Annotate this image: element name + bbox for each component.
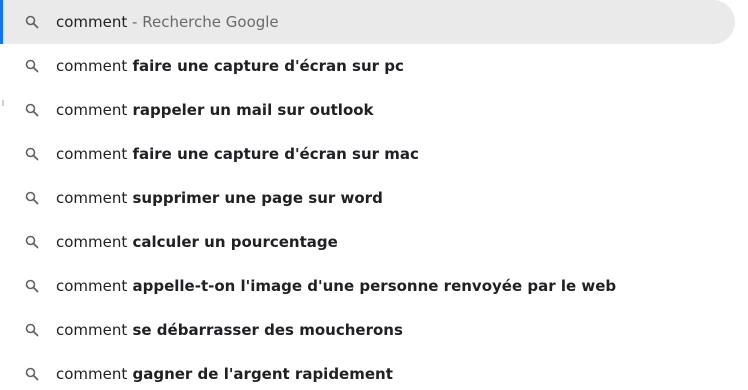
suggestion-suffix: appelle-t-on l'image d'une personne renv…: [127, 277, 617, 295]
search-icon: [25, 59, 39, 73]
suggestion-text: comment calculer un pourcentage: [56, 220, 338, 264]
suggestion-suffix: supprimer une page sur word: [127, 189, 383, 207]
suggestion-item[interactable]: comment faire une capture d'écran sur pc: [0, 44, 748, 88]
suggestion-text: comment supprimer une page sur word: [56, 176, 383, 220]
suggestion-item[interactable]: comment faire une capture d'écran sur ma…: [0, 132, 748, 176]
search-icon: [25, 235, 39, 249]
suggestion-text: comment appelle-t-on l'image d'une perso…: [56, 264, 616, 308]
search-icon: [25, 191, 39, 205]
suggestion-item[interactable]: comment gagner de l'argent rapidement: [0, 352, 748, 390]
suggestion-prefix: comment: [56, 189, 128, 207]
suggestion-text: comment faire une capture d'écran sur pc: [56, 44, 404, 88]
suggestion-prefix: comment: [56, 233, 128, 251]
search-icon: [25, 15, 39, 29]
suggestion-text: comment faire une capture d'écran sur ma…: [56, 132, 419, 176]
suggestion-item[interactable]: comment calculer un pourcentage: [0, 220, 748, 264]
suggestion-prefix: comment: [56, 321, 128, 339]
suggestion-suffix: se débarrasser des moucherons: [127, 321, 403, 339]
search-icon: [25, 367, 39, 381]
suggestion-item[interactable]: comment supprimer une page sur word: [0, 176, 748, 220]
suggestion-text: comment gagner de l'argent rapidement: [56, 352, 393, 390]
search-icon: [25, 279, 39, 293]
suggestion-prefix: comment: [56, 365, 128, 383]
suggestion-dropdown: comment - Recherche Google comment faire…: [0, 0, 748, 390]
suggestion-item[interactable]: comment rappeler un mail sur outlook: [0, 88, 748, 132]
suggestion-suffix: - Recherche Google: [127, 13, 279, 31]
suggestion-suffix: faire une capture d'écran sur pc: [127, 57, 404, 75]
search-icon: [25, 103, 39, 117]
search-icon: [25, 323, 39, 337]
suggestion-suffix: faire une capture d'écran sur mac: [127, 145, 419, 163]
suggestion-text: comment rappeler un mail sur outlook: [56, 88, 374, 132]
suggestion-item[interactable]: comment se débarrasser des moucherons: [0, 308, 748, 352]
suggestion-item-selected[interactable]: comment - Recherche Google: [0, 0, 735, 44]
suggestion-text: comment - Recherche Google: [56, 0, 279, 44]
suggestion-prefix: comment: [56, 145, 128, 163]
suggestion-prefix: comment: [56, 277, 128, 295]
suggestion-prefix: comment: [56, 57, 128, 75]
suggestion-item[interactable]: comment appelle-t-on l'image d'une perso…: [0, 264, 748, 308]
suggestion-suffix: calculer un pourcentage: [127, 233, 338, 251]
suggestion-prefix: comment: [56, 13, 128, 31]
suggestion-suffix: gagner de l'argent rapidement: [127, 365, 393, 383]
suggestion-suffix: rappeler un mail sur outlook: [127, 101, 374, 119]
suggestion-text: comment se débarrasser des moucherons: [56, 308, 403, 352]
suggestion-prefix: comment: [56, 101, 128, 119]
search-icon: [25, 147, 39, 161]
